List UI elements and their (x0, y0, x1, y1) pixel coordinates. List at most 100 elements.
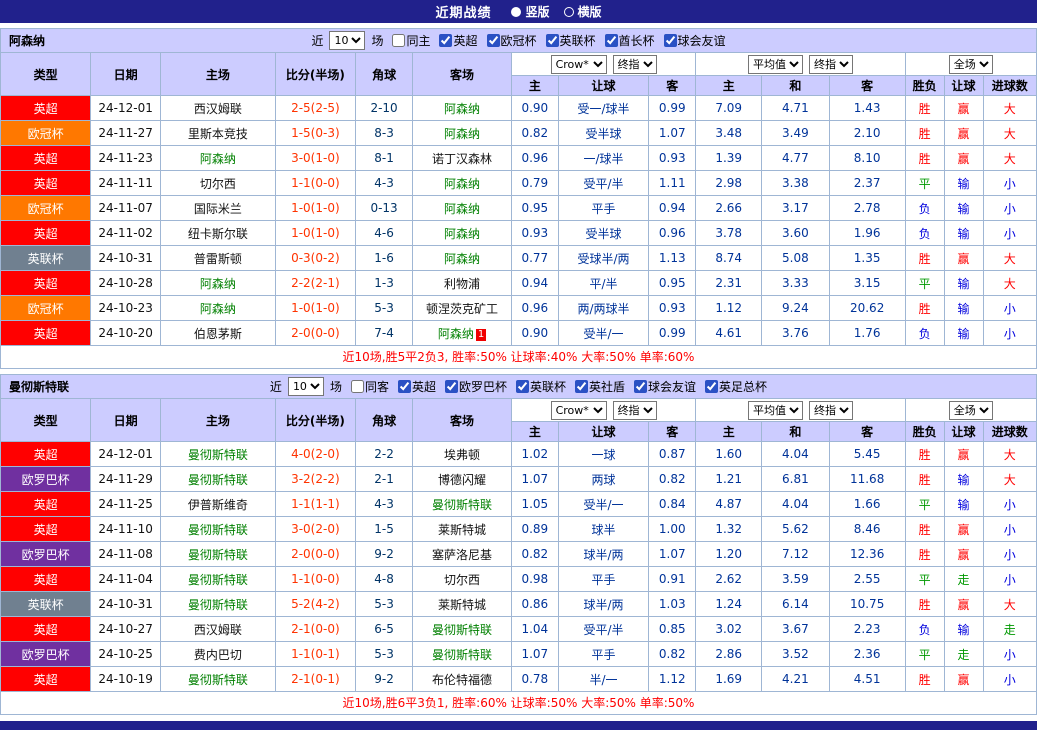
match-count-select[interactable]: 10 (287, 377, 324, 396)
league-filter[interactable]: 酋长杯 (604, 32, 655, 49)
same-venue-filter[interactable]: 同客 (350, 378, 389, 395)
home-team[interactable]: 曼彻斯特联 (159, 566, 276, 592)
result-handicap: 走 (943, 641, 984, 667)
away-team[interactable]: 利物浦 (412, 270, 512, 296)
league-type-badge: 欧罗巴杯 (0, 466, 92, 492)
sub-column-header: 胜负 (904, 75, 945, 96)
league-type-badge: 欧冠杯 (0, 195, 92, 221)
league-checkbox[interactable] (486, 34, 500, 47)
result-outcome: 胜 (904, 441, 945, 467)
layout-option-selected[interactable]: 竖版 (511, 3, 550, 20)
league-checkbox[interactable] (575, 380, 589, 393)
home-team[interactable]: 伯恩茅斯 (159, 320, 276, 346)
away-team[interactable]: 曼彻斯特联 (412, 616, 512, 642)
league-filter[interactable]: 球会友谊 (634, 378, 696, 395)
league-filter[interactable]: 英超 (397, 378, 436, 395)
score: 2-1(0-1) (274, 666, 356, 692)
league-checkbox[interactable] (705, 380, 719, 393)
league-filter[interactable]: 英联杯 (516, 378, 566, 395)
home-team[interactable]: 阿森纳 (159, 270, 276, 296)
scope-select[interactable]: 全场 (948, 54, 993, 74)
home-team[interactable]: 曼彻斯特联 (159, 666, 276, 692)
home-team[interactable]: 曼彻斯特联 (159, 591, 276, 617)
home-team[interactable]: 切尔西 (159, 170, 276, 196)
league-filter[interactable]: 英联杯 (545, 32, 596, 49)
home-team[interactable]: 曼彻斯特联 (159, 541, 276, 567)
away-team[interactable]: 切尔西 (412, 566, 512, 592)
away-team[interactable]: 莱斯特城 (412, 516, 512, 542)
league-checkbox[interactable] (444, 380, 458, 393)
away-team[interactable]: 埃弗顿 (412, 441, 512, 467)
league-checkbox[interactable] (516, 380, 529, 393)
result-goals: 小 (982, 320, 1037, 346)
home-team[interactable]: 费内巴切 (159, 641, 276, 667)
league-filter[interactable]: 球会友谊 (663, 32, 726, 49)
home-team[interactable]: 里斯本竞技 (159, 120, 276, 146)
asia-home-odds: 0.86 (510, 591, 559, 617)
away-team[interactable]: 阿森纳 (412, 95, 512, 121)
home-team[interactable]: 纽卡斯尔联 (159, 220, 276, 246)
away-team[interactable]: 诺丁汉森林 (412, 145, 512, 171)
layout-option-unselected[interactable]: 横版 (563, 3, 602, 20)
away-team[interactable]: 阿森纳 1 (412, 320, 512, 346)
asia-company-select[interactable]: Crow* (550, 400, 607, 420)
euro-company-select[interactable]: 平均值 (747, 400, 803, 420)
home-team[interactable]: 阿森纳 (159, 295, 276, 321)
asia-away-odds: 0.82 (648, 466, 697, 492)
league-filter[interactable]: 英社盾 (575, 378, 625, 395)
away-team[interactable]: 阿森纳 (412, 195, 512, 221)
away-team[interactable]: 塞萨洛尼基 (412, 541, 512, 567)
league-filter[interactable]: 英超 (439, 32, 478, 49)
league-checkbox[interactable] (634, 380, 648, 393)
away-team[interactable]: 莱斯特城 (412, 591, 512, 617)
away-team[interactable]: 阿森纳 (412, 220, 512, 246)
home-team[interactable]: 曼彻斯特联 (159, 441, 276, 467)
away-team[interactable]: 曼彻斯特联 (412, 491, 512, 517)
league-type-badge: 英超 (0, 666, 92, 692)
away-team[interactable]: 顿涅茨克矿工 (412, 295, 512, 321)
result-handicap: 输 (943, 170, 984, 196)
asia-time-select[interactable]: 终指 (612, 400, 657, 420)
league-checkbox[interactable] (604, 34, 618, 47)
score: 1-1(0-0) (274, 170, 356, 196)
league-filter[interactable]: 欧罗巴杯 (444, 378, 507, 395)
away-team[interactable]: 博德闪耀 (412, 466, 512, 492)
home-team[interactable]: 西汉姆联 (159, 616, 276, 642)
home-team[interactable]: 阿森纳 (159, 145, 276, 171)
home-team[interactable]: 曼彻斯特联 (159, 516, 276, 542)
league-type-badge: 英超 (0, 170, 92, 196)
league-checkbox[interactable] (663, 34, 677, 47)
away-team[interactable]: 阿森纳 (412, 245, 512, 271)
score: 2-0(0-0) (274, 320, 356, 346)
match-row: 英超 24-10-19 曼彻斯特联 2-1(0-1) 9-2 布伦特福德 0.78 半/一 1.… (0, 666, 1037, 692)
away-team[interactable]: 阿森纳 (412, 170, 512, 196)
home-team[interactable]: 伊普斯维奇 (159, 491, 276, 517)
home-team[interactable]: 普雷斯顿 (159, 245, 276, 271)
result-outcome: 胜 (904, 466, 945, 492)
page-title: 近期战绩 (435, 6, 492, 21)
league-filter[interactable]: 欧冠杯 (486, 32, 537, 49)
asia-time-select[interactable]: 终指 (612, 54, 657, 74)
home-team[interactable]: 西汉姆联 (159, 95, 276, 121)
same-venue-checkbox[interactable] (350, 380, 364, 393)
euro-company-select[interactable]: 平均值 (747, 54, 803, 74)
match-count-select[interactable]: 10 (329, 31, 366, 50)
home-team[interactable]: 曼彻斯特联 (159, 466, 276, 492)
euro-draw-odds: 3.17 (761, 195, 830, 221)
corner-score: 4-8 (354, 566, 414, 592)
league-filter[interactable]: 英足总杯 (705, 378, 767, 395)
euro-time-select[interactable]: 终指 (808, 400, 853, 420)
scope-select[interactable]: 全场 (948, 400, 993, 420)
same-venue-filter[interactable]: 同主 (392, 32, 430, 49)
league-checkbox[interactable] (439, 34, 453, 47)
away-team[interactable]: 布伦特福德 (412, 666, 512, 692)
away-team[interactable]: 阿森纳 (412, 120, 512, 146)
home-team[interactable]: 国际米兰 (159, 195, 276, 221)
euro-time-select[interactable]: 终指 (808, 54, 853, 74)
same-venue-checkbox[interactable] (392, 34, 406, 47)
away-team[interactable]: 曼彻斯特联 (412, 641, 512, 667)
league-checkbox[interactable] (545, 34, 559, 47)
asia-company-select[interactable]: Crow* (550, 54, 607, 74)
league-checkbox[interactable] (397, 380, 411, 393)
match-row: 英超 24-11-23 阿森纳 3-0(1-0) 8-1 诺丁汉森林 0.96 一/球半 0.9… (0, 145, 1037, 171)
